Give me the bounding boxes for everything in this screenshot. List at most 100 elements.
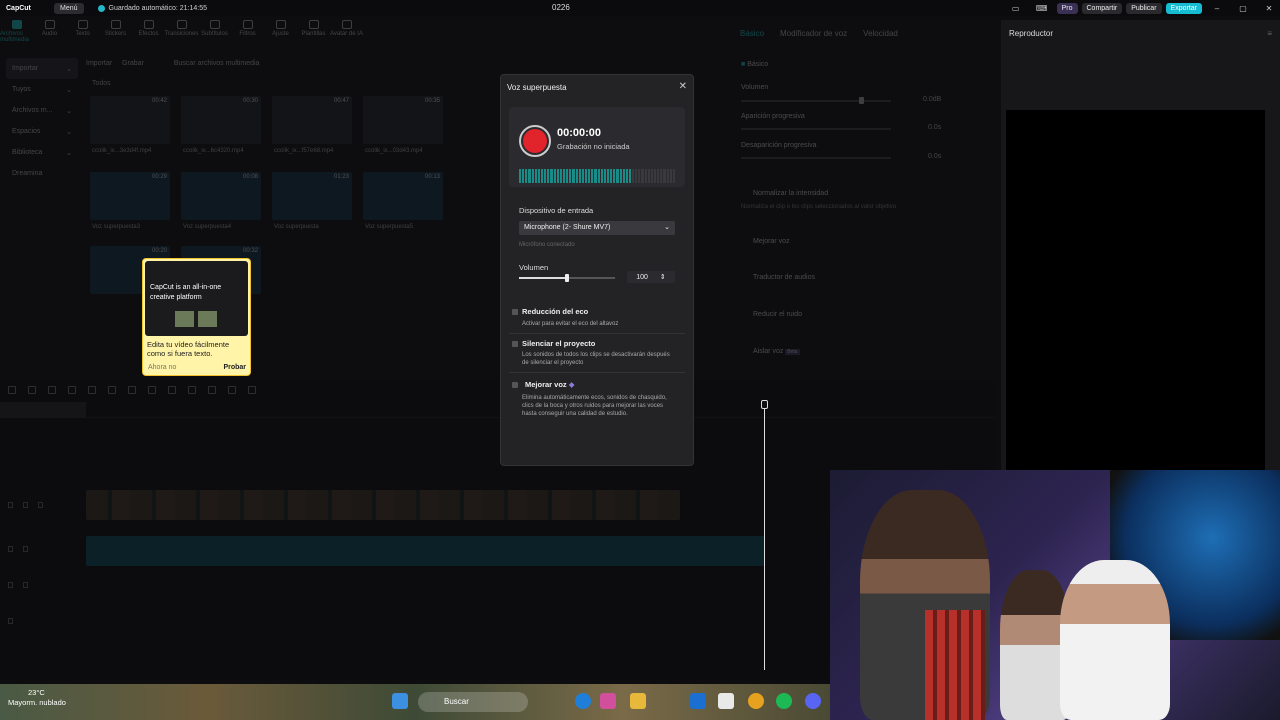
sidebar-item-spaces[interactable]: Espacios ⌄	[6, 121, 78, 142]
input-device-select[interactable]: Microphone (2- Shure MV7) ⌄	[519, 221, 675, 235]
volume-knob[interactable]	[565, 274, 569, 282]
player-screen[interactable]	[1006, 110, 1265, 470]
volume-slider[interactable]	[519, 274, 615, 282]
fade-out-slider[interactable]	[741, 157, 891, 159]
volume-knob[interactable]	[859, 97, 864, 104]
volume-slider[interactable]	[741, 100, 891, 102]
not-now-button[interactable]: Ahora no	[148, 364, 176, 371]
tool-audio[interactable]: Audio	[33, 20, 66, 46]
outlook-icon[interactable]	[690, 693, 706, 709]
enhance-voice-checkbox[interactable]	[512, 382, 518, 388]
publish-button[interactable]: Publicar	[1126, 2, 1162, 14]
split-icon[interactable]	[68, 386, 76, 394]
media-thumb[interactable]: 00:42 ccolik_ix...3e3d4f.mp4	[90, 96, 170, 154]
media-thumb[interactable]: 00:30 ccolik_ix...6c4320.mp4	[181, 96, 261, 154]
adjust-icon[interactable]	[228, 386, 236, 394]
tool-text[interactable]: Texto	[66, 20, 99, 46]
close-icon[interactable]: ✕	[679, 81, 687, 92]
sidebar-item-dreamina[interactable]: Dreamina	[6, 163, 78, 184]
redo-icon[interactable]	[48, 386, 56, 394]
import-button[interactable]: Importar	[86, 60, 112, 67]
share-button[interactable]: Compartir	[1081, 2, 1123, 14]
volume-input[interactable]: 100 ⇕	[627, 271, 675, 283]
media-thumb[interactable]: 00:35 ccolik_ix...03d43.mp4	[363, 96, 443, 154]
lock-icon[interactable]	[8, 618, 13, 624]
audio-thumb[interactable]: 00:08 Voz superpuesta4	[181, 172, 261, 230]
try-button[interactable]: Probar	[223, 364, 246, 371]
pro-button[interactable]: Pro	[1056, 2, 1078, 14]
audio-thumb[interactable]: 01:23 Voz superpuesta	[272, 172, 352, 230]
fade-in-slider[interactable]	[741, 128, 891, 130]
lock-icon[interactable]	[8, 502, 13, 508]
sidebar-item-files[interactable]: Archivos m... ⌄	[6, 100, 78, 121]
tool-captions[interactable]: Subtítulos	[198, 20, 231, 46]
close-icon[interactable]: ✕	[1258, 4, 1280, 13]
search-input[interactable]: Buscar archivos multimedia	[174, 60, 260, 67]
app-icon[interactable]	[600, 693, 616, 709]
tab-basic[interactable]: Básico	[740, 29, 764, 38]
split-right-icon[interactable]	[108, 386, 116, 394]
record-button[interactable]	[519, 125, 551, 157]
video-clip[interactable]	[86, 490, 680, 520]
fade-out-value[interactable]: 0.0s	[928, 153, 941, 160]
eye-icon[interactable]	[23, 502, 28, 508]
improve-voice-toggle[interactable]: Mejorar voz	[753, 238, 1003, 245]
menu-button[interactable]: Menú	[54, 2, 84, 14]
tool-effects[interactable]: Efectos	[132, 20, 165, 46]
speaker-icon[interactable]	[23, 582, 28, 588]
fade-in-value[interactable]: 0.0s	[928, 124, 941, 131]
marker-icon[interactable]	[148, 386, 156, 394]
menu-icon[interactable]: ≡	[1267, 29, 1272, 38]
basic-section[interactable]: ■ Básico	[741, 61, 991, 68]
undo-icon[interactable]	[28, 386, 36, 394]
normalize-toggle[interactable]: Normalizar la intensidad	[753, 190, 1003, 197]
tab-speed[interactable]: Velocidad	[863, 29, 898, 38]
filter-all[interactable]: Todos	[92, 80, 111, 87]
store-icon[interactable]	[718, 693, 734, 709]
tool-transitions[interactable]: Transiciones	[165, 20, 198, 46]
tool-templates[interactable]: Plantillas	[297, 20, 330, 46]
sidebar-item-yours[interactable]: Tuyos ⌄	[6, 79, 78, 100]
weather-widget[interactable]: 23°C Mayorm. nublado	[8, 688, 66, 708]
mirror-icon[interactable]	[188, 386, 196, 394]
tool-filters[interactable]: Filtros	[231, 20, 264, 46]
auto-cut-icon[interactable]	[248, 386, 256, 394]
audio-translator-toggle[interactable]: Traductor de audios	[753, 274, 1003, 281]
stepper-icon[interactable]: ⇕	[660, 274, 666, 281]
audio-clip[interactable]	[86, 536, 764, 566]
split-left-icon[interactable]	[88, 386, 96, 394]
chrome-icon[interactable]	[748, 693, 764, 709]
tool-adjust[interactable]: Ajuste	[264, 20, 297, 46]
freeze-icon[interactable]	[208, 386, 216, 394]
playhead-handle[interactable]	[761, 400, 768, 409]
audio-thumb[interactable]: 00:29 Voz superpuesta3	[90, 172, 170, 230]
speaker-icon[interactable]	[38, 502, 43, 508]
lock-icon[interactable]	[8, 582, 13, 588]
taskbar-search[interactable]: Buscar	[418, 692, 528, 712]
export-button[interactable]: Exportar	[1165, 2, 1202, 14]
record-button[interactable]: Grabar	[122, 60, 144, 67]
spotify-icon[interactable]	[776, 693, 792, 709]
echo-checkbox[interactable]	[512, 309, 518, 315]
sidebar-item-library[interactable]: Biblioteca ⌄	[6, 142, 78, 163]
volume-value[interactable]: 0.0dB	[923, 96, 941, 103]
start-icon[interactable]	[392, 693, 408, 709]
edge-icon[interactable]	[575, 693, 591, 709]
project-name[interactable]: 0226	[552, 3, 570, 12]
mute-project-checkbox[interactable]	[512, 341, 518, 347]
delete-icon[interactable]	[128, 386, 136, 394]
crop-icon[interactable]	[168, 386, 176, 394]
playhead[interactable]	[764, 402, 765, 670]
isolate-voice-toggle[interactable]: Aislar voz Beta	[753, 348, 1003, 355]
sidebar-item-import[interactable]: Importar ⌄	[6, 58, 78, 79]
audio-thumb[interactable]: 00:13 Voz superpuesta5	[363, 172, 443, 230]
select-icon[interactable]	[8, 386, 16, 394]
folder-icon[interactable]	[630, 693, 646, 709]
minimize-icon[interactable]: –	[1206, 4, 1228, 13]
tab-voice-changer[interactable]: Modificador de voz	[780, 29, 847, 38]
reduce-noise-toggle[interactable]: Reducir el ruido	[753, 311, 1003, 318]
layout-icon[interactable]: ▭	[1005, 4, 1027, 13]
media-thumb[interactable]: 00:47 ccolik_ix...f57e68.mp4	[272, 96, 352, 154]
lock-icon[interactable]	[8, 546, 13, 552]
discord-icon[interactable]	[805, 693, 821, 709]
